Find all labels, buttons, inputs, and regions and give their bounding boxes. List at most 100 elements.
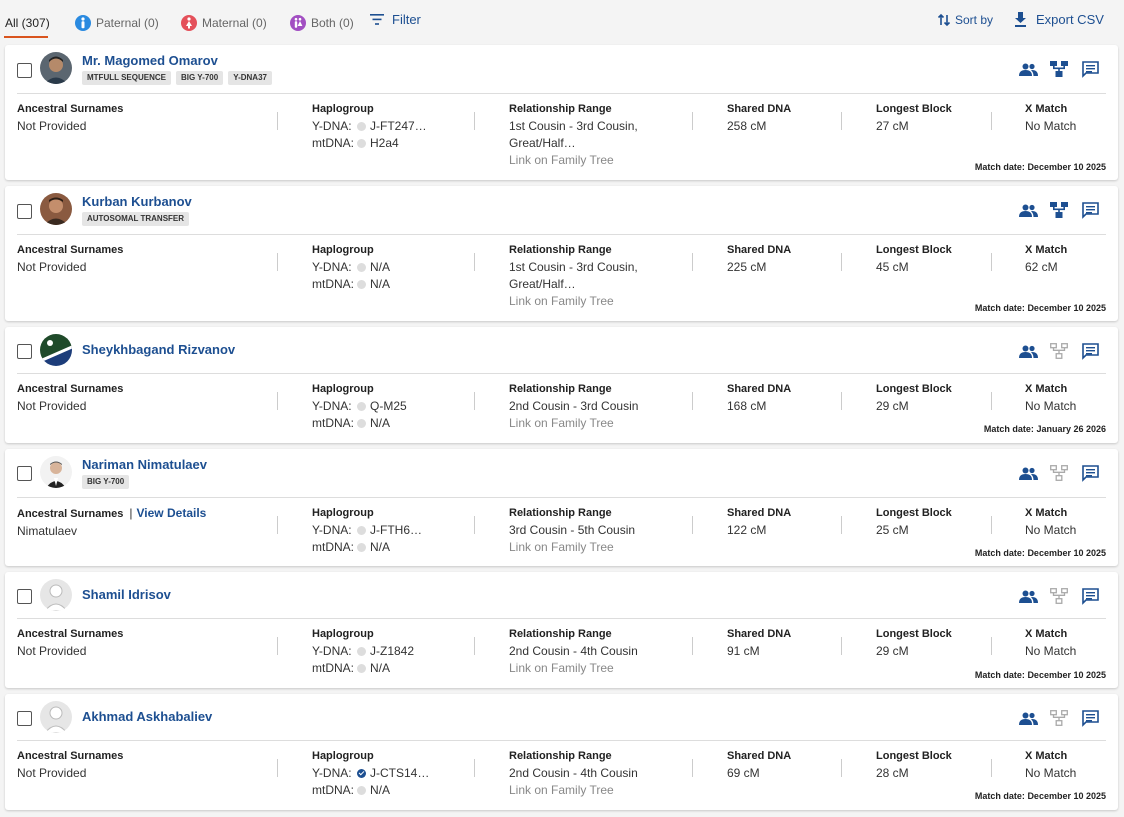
link-on-family-tree[interactable]: Link on Family Tree	[509, 152, 638, 169]
message-icon	[1081, 464, 1099, 482]
message-button[interactable]	[1080, 709, 1100, 727]
message-icon	[1081, 201, 1099, 219]
match-date: Match date: December 10 2025	[974, 303, 1106, 313]
verified-check-icon	[357, 769, 366, 778]
family-tree-button[interactable]	[1049, 201, 1069, 219]
column-separator	[991, 112, 992, 130]
x-match: X Match No Match	[1025, 103, 1077, 133]
match-name[interactable]: Sheykhbagand Rizvanov	[82, 342, 235, 357]
sort-button[interactable]: Sort by	[937, 13, 993, 27]
column-separator	[692, 253, 693, 271]
match-name[interactable]: Kurban Kurbanov	[82, 194, 192, 209]
family-tree-button[interactable]	[1049, 60, 1069, 78]
family-tree-button-disabled[interactable]	[1049, 464, 1069, 482]
select-checkbox[interactable]	[17, 589, 32, 604]
link-on-family-tree[interactable]: Link on Family Tree	[509, 539, 635, 556]
longest-block: Longest Block 45 cM	[876, 244, 952, 274]
select-checkbox[interactable]	[17, 204, 32, 219]
shared-matches-button[interactable]	[1018, 342, 1038, 360]
message-button[interactable]	[1080, 201, 1100, 219]
avatar[interactable]	[40, 193, 72, 225]
column-separator	[841, 516, 842, 534]
unverified-dot-icon	[357, 419, 366, 428]
haplogroup: Haplogroup Y-DNA: Q-M25 mtDNA: N/A	[312, 383, 407, 430]
column-separator	[991, 516, 992, 534]
avatar[interactable]	[40, 334, 72, 366]
avatar[interactable]	[40, 52, 72, 84]
link-on-family-tree[interactable]: Link on Family Tree	[509, 293, 638, 310]
card-divider	[17, 234, 1106, 235]
longest-block: Longest Block 27 cM	[876, 103, 952, 133]
column-separator	[474, 516, 475, 534]
download-icon	[1015, 12, 1026, 27]
haplogroup: Haplogroup Y-DNA: J-Z1842 mtDNA: N/A	[312, 628, 415, 675]
match-name[interactable]: Shamil Idrisov	[82, 587, 171, 602]
shared-matches-button[interactable]	[1018, 709, 1038, 727]
message-button[interactable]	[1080, 342, 1100, 360]
relationship-range: Relationship Range 2nd Cousin - 4th Cous…	[509, 628, 638, 677]
column-separator	[474, 112, 475, 130]
relationship-range: Relationship Range 2nd Cousin - 3rd Cous…	[509, 383, 639, 432]
match-name[interactable]: Nariman Nimatulaev	[82, 457, 207, 472]
column-separator	[692, 516, 693, 534]
column-separator	[991, 392, 992, 410]
view-details-link[interactable]: View Details	[137, 506, 207, 520]
filter-label: Filter	[392, 12, 421, 27]
unverified-dot-icon	[357, 263, 366, 272]
card-divider	[17, 740, 1106, 741]
match-card: Mr. Magomed Omarov MTFULL SEQUENCE BIG Y…	[5, 45, 1118, 180]
haplogroup: Haplogroup Y-DNA: N/A mtDNA: N/A	[312, 244, 391, 291]
column-separator	[277, 112, 278, 130]
shared-matches-button[interactable]	[1018, 464, 1038, 482]
column-separator	[841, 392, 842, 410]
family-tree-button-disabled[interactable]	[1049, 342, 1069, 360]
select-checkbox[interactable]	[17, 344, 32, 359]
unverified-dot-icon	[357, 122, 366, 131]
column-separator	[692, 759, 693, 777]
x-match: X Match No Match	[1025, 507, 1077, 537]
column-separator	[991, 637, 992, 655]
select-checkbox[interactable]	[17, 711, 32, 726]
test-badge: MTFULL SEQUENCE	[82, 71, 171, 85]
select-checkbox[interactable]	[17, 63, 32, 78]
tab-all[interactable]: All (307)	[5, 10, 50, 36]
x-match: X Match No Match	[1025, 383, 1077, 413]
tab-paternal[interactable]: Paternal (0)	[75, 10, 159, 36]
sort-label: Sort by	[955, 13, 994, 27]
column-separator	[277, 759, 278, 777]
unverified-dot-icon	[357, 543, 366, 552]
link-on-family-tree[interactable]: Link on Family Tree	[509, 782, 638, 799]
column-separator	[474, 253, 475, 271]
message-icon	[1081, 60, 1099, 78]
match-date: Match date: December 10 2025	[974, 162, 1106, 172]
select-checkbox[interactable]	[17, 466, 32, 481]
tab-both[interactable]: Both (0)	[290, 10, 354, 36]
filter-button[interactable]: Filter	[370, 12, 421, 27]
message-button[interactable]	[1080, 587, 1100, 605]
link-on-family-tree[interactable]: Link on Family Tree	[509, 660, 638, 677]
people-icon	[1018, 63, 1038, 76]
family-tree-button-disabled[interactable]	[1049, 587, 1069, 605]
family-tree-outline-icon	[1050, 465, 1068, 481]
match-name[interactable]: Akhmad Askhabaliev	[82, 709, 212, 724]
avatar[interactable]	[40, 701, 72, 733]
shared-matches-button[interactable]	[1018, 587, 1038, 605]
unverified-dot-icon	[357, 526, 366, 535]
shared-matches-button[interactable]	[1018, 201, 1038, 219]
shared-matches-button[interactable]	[1018, 60, 1038, 78]
column-separator	[841, 253, 842, 271]
relationship-range: Relationship Range 1st Cousin - 3rd Cous…	[509, 244, 638, 310]
family-tree-button-disabled[interactable]	[1049, 709, 1069, 727]
avatar[interactable]	[40, 579, 72, 611]
shared-dna: Shared DNA 168 cM	[727, 383, 792, 413]
card-divider	[17, 618, 1106, 619]
avatar[interactable]	[40, 456, 72, 488]
message-button[interactable]	[1080, 464, 1100, 482]
longest-block: Longest Block 29 cM	[876, 383, 952, 413]
tab-maternal[interactable]: Maternal (0)	[181, 10, 267, 36]
export-csv-button[interactable]: Export CSV	[1014, 12, 1104, 27]
column-separator	[841, 759, 842, 777]
link-on-family-tree[interactable]: Link on Family Tree	[509, 415, 638, 432]
message-button[interactable]	[1080, 60, 1100, 78]
match-name[interactable]: Mr. Magomed Omarov	[82, 53, 218, 68]
